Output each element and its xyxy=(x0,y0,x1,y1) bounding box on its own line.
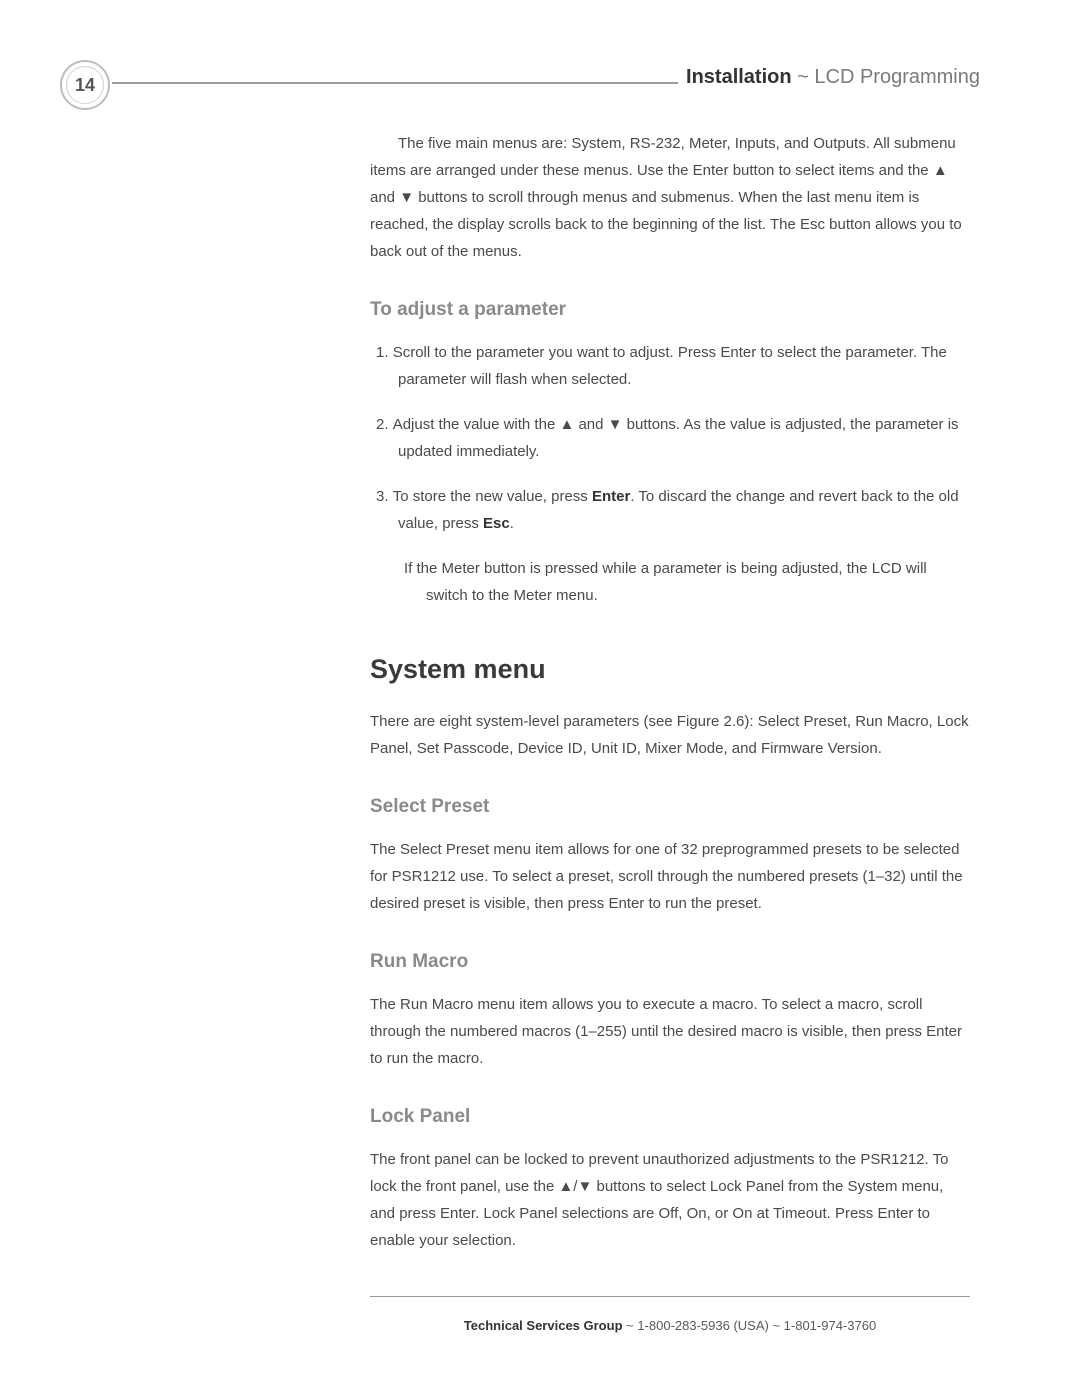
system-intro: There are eight system-level parameters … xyxy=(370,708,970,762)
footer-group: Technical Services Group xyxy=(464,1318,623,1333)
heading-system-menu: System menu xyxy=(370,645,970,694)
page-number: 14 xyxy=(66,66,104,104)
document-page: 14 Installation ~ LCD Programming The fi… xyxy=(0,0,1080,1397)
step-3-post: . xyxy=(510,515,514,532)
header-part2: LCD Programming xyxy=(814,66,980,88)
page-number-badge: 14 xyxy=(60,60,110,110)
step-3-enter: Enter xyxy=(592,488,630,505)
select-preset-body: The Select Preset menu item allows for o… xyxy=(370,836,970,917)
heading-lock-panel: Lock Panel xyxy=(370,1100,970,1134)
step-2: Adjust the value with the ▲ and ▼ button… xyxy=(370,411,970,465)
heading-select-preset: Select Preset xyxy=(370,790,970,824)
heading-adjust-parameter: To adjust a parameter xyxy=(370,293,970,327)
header-title: Installation ~ LCD Programming xyxy=(678,66,980,89)
step-1: Scroll to the parameter you want to adju… xyxy=(370,339,970,393)
intro-paragraph: The five main menus are: System, RS-232,… xyxy=(370,130,970,265)
footer-rule xyxy=(370,1296,970,1297)
run-macro-body: The Run Macro menu item allows you to ex… xyxy=(370,991,970,1072)
header-sep: ~ xyxy=(792,66,815,88)
step-3-esc: Esc xyxy=(483,515,510,532)
lock-panel-body: The front panel can be locked to prevent… xyxy=(370,1146,970,1254)
step-3: To store the new value, press Enter. To … xyxy=(370,483,970,609)
steps-list: Scroll to the parameter you want to adju… xyxy=(370,339,970,609)
header-part1: Installation xyxy=(686,66,792,88)
footer: Technical Services Group ~ 1-800-283-593… xyxy=(370,1318,970,1333)
step-3-pre: To store the new value, press xyxy=(393,488,592,505)
footer-rest: ~ 1-800-283-5936 (USA) ~ 1-801-974-3760 xyxy=(623,1318,877,1333)
content-column: The five main menus are: System, RS-232,… xyxy=(370,130,970,1254)
step-3-extra: If the Meter button is pressed while a p… xyxy=(398,555,970,609)
heading-run-macro: Run Macro xyxy=(370,945,970,979)
